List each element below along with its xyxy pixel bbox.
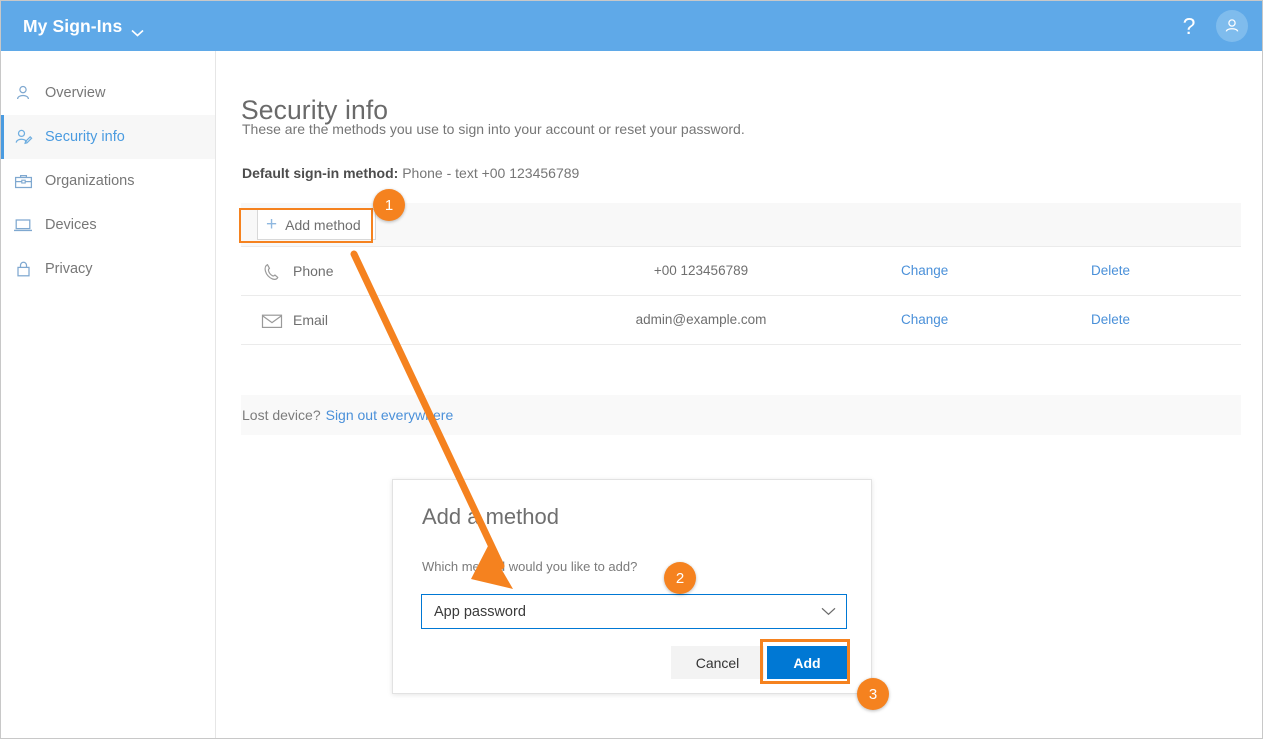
person-edit-icon xyxy=(13,127,33,147)
lock-icon xyxy=(13,259,33,279)
annotation-badge-2: 2 xyxy=(664,562,696,594)
sidebar-nav: Overview Security info Organizations Dev… xyxy=(1,51,216,738)
method-select-dropdown[interactable]: App password xyxy=(421,594,847,629)
lost-device-row: Lost device? Sign out everywhere xyxy=(241,395,1241,435)
method-name: Phone xyxy=(293,263,334,279)
default-method-value: Phone - text +00 123456789 xyxy=(402,165,580,181)
default-method-label: Default sign-in method: xyxy=(242,165,399,181)
dialog-question: Which method would you like to add? xyxy=(422,559,638,574)
app-window: My Sign-Ins ? Overview Security info Org… xyxy=(0,0,1263,739)
delete-link[interactable]: Delete xyxy=(1091,312,1130,327)
sidebar-item-overview[interactable]: Overview xyxy=(1,71,215,115)
method-select-value: App password xyxy=(434,603,526,620)
sidebar-item-label: Security info xyxy=(45,129,125,145)
table-row: Phone +00 123456789 Change Delete xyxy=(241,247,1241,296)
add-method-dialog: Add a method Which method would you like… xyxy=(392,479,872,694)
chevron-down-icon xyxy=(131,24,144,37)
method-name: Email xyxy=(293,312,329,328)
sidebar-item-security-info[interactable]: Security info xyxy=(1,115,215,159)
plus-icon: + xyxy=(266,214,278,235)
table-row: Email admin@example.com Change Delete xyxy=(241,296,1241,345)
method-value: admin@example.com xyxy=(635,312,767,327)
sidebar-item-label: Overview xyxy=(45,85,106,101)
add-method-label: Add method xyxy=(285,216,361,233)
chevron-down-icon xyxy=(821,603,836,621)
app-title: My Sign-Ins xyxy=(23,15,123,36)
dialog-title: Add a method xyxy=(422,504,559,529)
laptop-icon xyxy=(13,215,33,235)
lost-device-text: Lost device? xyxy=(242,407,321,423)
cancel-button[interactable]: Cancel xyxy=(671,646,764,679)
brand-menu[interactable]: My Sign-Ins xyxy=(23,16,144,37)
phone-icon xyxy=(261,261,283,283)
delete-link[interactable]: Delete xyxy=(1091,263,1130,278)
annotation-badge-1: 1 xyxy=(373,189,405,221)
page-subtitle: These are the methods you use to sign in… xyxy=(242,121,745,137)
annotation-badge-3: 3 xyxy=(857,678,889,710)
header-actions: ? xyxy=(1176,10,1248,42)
sidebar-item-privacy[interactable]: Privacy xyxy=(1,247,215,291)
envelope-icon xyxy=(261,310,283,332)
add-button[interactable]: Add xyxy=(767,646,847,679)
sidebar-item-devices[interactable]: Devices xyxy=(1,203,215,247)
sidebar-item-label: Devices xyxy=(45,217,97,233)
sign-out-everywhere-link[interactable]: Sign out everywhere xyxy=(326,407,454,423)
top-header-bar: My Sign-Ins ? xyxy=(1,1,1262,51)
person-icon xyxy=(1225,19,1239,32)
person-icon xyxy=(13,83,33,103)
change-link[interactable]: Change xyxy=(901,312,948,327)
briefcase-icon xyxy=(13,171,33,191)
sidebar-item-label: Organizations xyxy=(45,173,135,189)
sidebar-item-organizations[interactable]: Organizations xyxy=(1,159,215,203)
avatar[interactable] xyxy=(1216,10,1248,42)
add-method-button[interactable]: + Add method xyxy=(257,209,376,240)
method-value: +00 123456789 xyxy=(653,263,749,278)
sidebar-item-label: Privacy xyxy=(45,261,93,277)
change-link[interactable]: Change xyxy=(901,263,948,278)
default-signin-method: Default sign-in method: Phone - text +00… xyxy=(242,165,579,181)
help-icon[interactable]: ? xyxy=(1176,14,1202,38)
